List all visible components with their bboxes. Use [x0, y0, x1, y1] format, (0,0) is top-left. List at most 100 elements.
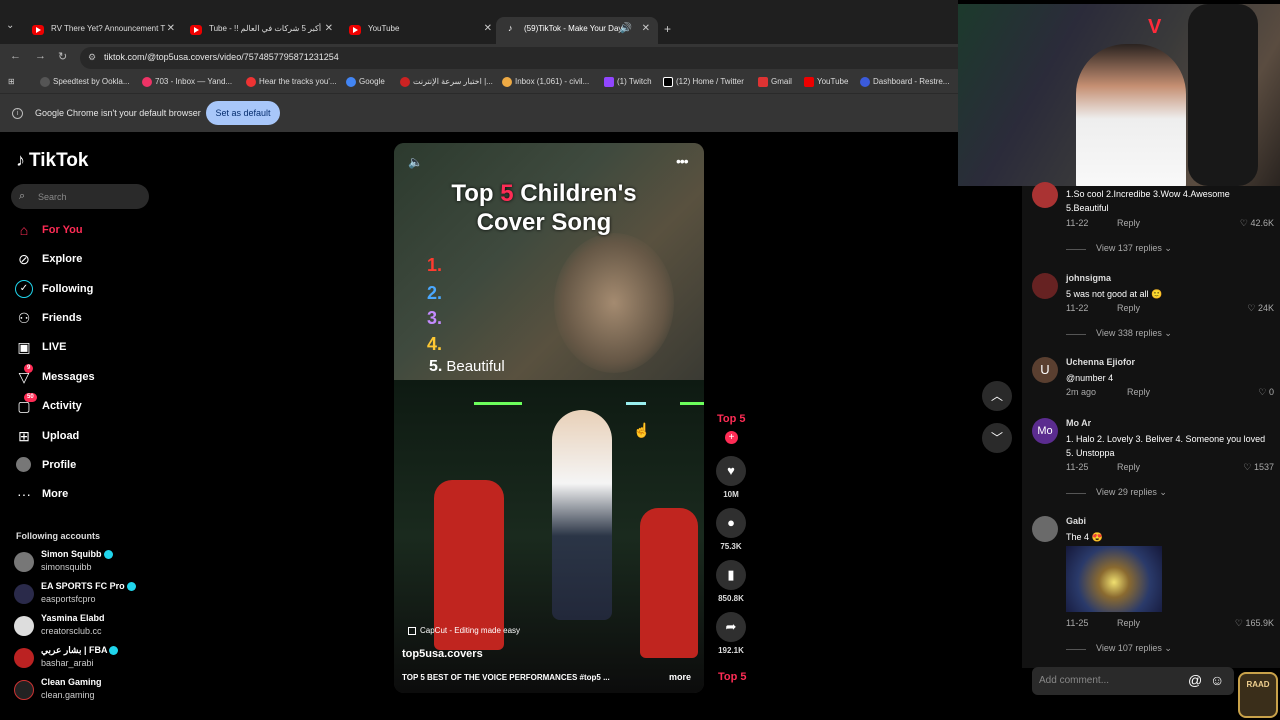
reply-button[interactable]: Reply: [1117, 303, 1140, 313]
search-icon: ⌕: [19, 190, 26, 202]
nav-following[interactable]: ✓ Following: [15, 279, 156, 301]
avatar[interactable]: Mo: [1032, 418, 1058, 444]
site-info-icon[interactable]: ⚙: [88, 52, 96, 63]
bookmark-item[interactable]: Hear the tracks you'...: [246, 77, 337, 87]
close-icon[interactable]: ✕: [167, 23, 175, 34]
new-tab-icon[interactable]: +: [664, 22, 671, 36]
mention-icon[interactable]: @: [1188, 672, 1202, 688]
heart-icon[interactable]: ♥: [716, 456, 746, 486]
close-icon[interactable]: ✕: [325, 23, 333, 34]
more-options-icon[interactable]: •••: [676, 153, 689, 169]
add-comment-input[interactable]: Add comment... @ ☺: [1032, 667, 1234, 695]
video-author[interactable]: top5usa.covers: [402, 648, 483, 660]
reply-button[interactable]: Reply: [1127, 387, 1150, 397]
nav-label: Messages: [42, 371, 95, 383]
following-icon: ✓: [15, 280, 33, 298]
like-action[interactable]: ♥ 10M: [716, 456, 746, 499]
nav-profile[interactable]: Profile: [16, 455, 156, 477]
following-account[interactable]: Simon Squibb simonsquibb: [14, 549, 154, 579]
avatar[interactable]: U: [1032, 357, 1058, 383]
browser-tab-active[interactable]: (59)TikTok - Make Your Day 🔊 ✕: [496, 17, 658, 44]
share-icon[interactable]: ➦: [716, 612, 746, 642]
bookmark-item[interactable]: YouTube: [804, 77, 848, 87]
following-account[interactable]: EA SPORTS FC Pro easportsfcpro: [14, 581, 154, 611]
emoji-icon[interactable]: ☺: [1210, 672, 1224, 688]
close-icon[interactable]: ✕: [484, 23, 492, 34]
comment-author[interactable]: Mo Ar: [1066, 418, 1091, 428]
bookmark-item[interactable]: Speedtest by Ookla...: [40, 77, 130, 87]
comment-like[interactable]: ♡ 1537: [1243, 462, 1274, 473]
nav-live[interactable]: ▣ LIVE: [16, 337, 156, 359]
following-account[interactable]: Clean Gaming clean.gaming: [14, 677, 154, 707]
reply-button[interactable]: Reply: [1117, 618, 1140, 628]
avatar[interactable]: [1032, 182, 1058, 208]
comment-like[interactable]: ♡ 165.9K: [1235, 618, 1274, 629]
comment-like[interactable]: ♡ 42.6K: [1240, 218, 1274, 229]
close-icon[interactable]: ✕: [642, 23, 650, 34]
search-input[interactable]: ⌕ Search: [11, 184, 149, 209]
capcut-tag[interactable]: CapCut - Editing made easy: [408, 626, 520, 635]
bookmark-item[interactable]: Dashboard - Restre...: [860, 77, 949, 87]
tiktok-logo[interactable]: ♪ TikTok: [16, 150, 88, 172]
forward-icon[interactable]: →: [35, 50, 46, 62]
bookmark-item[interactable]: اختبار سرعة الإنترنت |...: [400, 77, 493, 87]
following-account[interactable]: Yasmina Elabd creatorsclub.cc: [14, 613, 154, 643]
reply-button[interactable]: Reply: [1117, 462, 1140, 472]
nav-activity[interactable]: ▢ 50 Activity: [16, 393, 156, 418]
video-player[interactable]: Top 5 Children's Cover Song 1. 2. 3. 4. …: [394, 143, 704, 693]
browser-tab[interactable]: RV There Yet? Announcement T ✕: [18, 17, 183, 44]
creator-profile-link[interactable]: Top 5: [717, 413, 746, 425]
nav-more[interactable]: ··· More: [16, 484, 156, 506]
save-action[interactable]: ▮ 850.8K: [716, 560, 746, 603]
bookmark-item[interactable]: Gmail: [758, 77, 792, 87]
account-name: Clean Gaming: [41, 677, 102, 687]
comment-icon[interactable]: ●: [716, 508, 746, 538]
address-bar[interactable]: ⚙ tiktok.com/@top5usa.covers/video/75748…: [80, 47, 958, 69]
apps-grid-icon[interactable]: ⊞: [8, 77, 15, 86]
bookmark-item[interactable]: Google: [346, 77, 385, 87]
view-replies-button[interactable]: View 107 replies ⌄: [1096, 643, 1172, 654]
description-more-link[interactable]: more: [669, 672, 691, 682]
nav-friends[interactable]: ⚇ Friends: [16, 308, 156, 330]
speaker-icon[interactable]: 🔊: [620, 23, 632, 34]
avatar[interactable]: [1032, 516, 1058, 542]
divider: [1066, 649, 1086, 650]
volume-icon[interactable]: 🔈: [408, 155, 423, 169]
reply-button[interactable]: Reply: [1117, 218, 1140, 228]
comment-author[interactable]: Gabi: [1066, 516, 1086, 526]
music-label[interactable]: Top 5: [718, 671, 747, 683]
browser-tab[interactable]: YouTube ✕: [335, 17, 500, 44]
browser-tab[interactable]: Tube - !! أكبر 5 شركات في العالم ✕: [176, 17, 341, 44]
set-default-button[interactable]: Set as default: [206, 101, 280, 125]
view-replies-button[interactable]: View 29 replies ⌄: [1096, 487, 1167, 498]
red-chair: [434, 480, 504, 650]
view-replies-button[interactable]: View 338 replies ⌄: [1096, 328, 1172, 339]
reload-icon[interactable]: ↻: [58, 50, 67, 63]
share-action[interactable]: ➦ 192.1K: [716, 612, 746, 655]
comment-author[interactable]: Uchenna Ejiofor: [1066, 357, 1135, 367]
bookmark-item[interactable]: (1) Twitch: [604, 77, 652, 87]
nav-for-you[interactable]: ⌂ For You: [16, 220, 156, 242]
following-account[interactable]: بشار عربي | FBA bashar_arabi: [14, 645, 154, 675]
bookmark-item[interactable]: (12) Home / Twitter: [663, 77, 744, 87]
comment-placeholder: Add comment...: [1039, 675, 1110, 686]
follow-plus-icon[interactable]: +: [725, 431, 738, 444]
comment-gif-image[interactable]: [1066, 546, 1162, 612]
view-replies-button[interactable]: View 137 replies ⌄: [1096, 243, 1172, 254]
next-video-chevron-down-icon[interactable]: ﹀: [982, 423, 1012, 453]
bookmark-item[interactable]: Inbox (1,061) - civil...: [502, 77, 589, 87]
nav-upload[interactable]: ⊞ Upload: [16, 426, 156, 448]
nav-label: Following: [42, 283, 94, 295]
bookmark-item[interactable]: 703 - Inbox — Yand...: [142, 77, 232, 87]
comment-like[interactable]: ♡ 0: [1258, 387, 1274, 398]
previous-video-chevron-up-icon[interactable]: ︿: [982, 381, 1012, 411]
nav-messages[interactable]: ▽ 9 Messages: [16, 364, 156, 389]
bookmark-icon[interactable]: ▮: [716, 560, 746, 590]
back-icon[interactable]: ←: [10, 50, 21, 62]
comment-action[interactable]: ● 75.3K: [716, 508, 746, 551]
nav-explore[interactable]: ⊘ Explore: [16, 249, 156, 271]
verified-icon: [126, 582, 136, 592]
comment-like[interactable]: ♡ 24K: [1247, 303, 1274, 314]
avatar[interactable]: [1032, 273, 1058, 299]
comment-author[interactable]: johnsigma: [1066, 273, 1111, 283]
